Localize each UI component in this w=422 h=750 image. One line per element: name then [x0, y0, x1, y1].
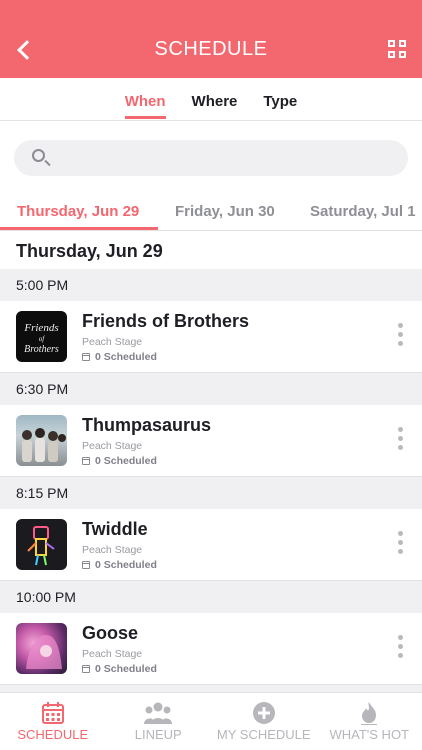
tab-whats-hot[interactable]: WHAT'S HOT — [317, 693, 422, 750]
more-options-icon[interactable] — [398, 323, 404, 351]
svg-text:Friends: Friends — [23, 322, 58, 334]
tab-where[interactable]: Where — [192, 78, 238, 120]
scheduled-count: 0 Scheduled — [82, 351, 157, 363]
tab-label: WHAT'S HOT — [329, 727, 409, 742]
calendar-icon — [82, 665, 90, 673]
search-icon — [32, 149, 45, 162]
stage-name: Peach Stage — [82, 544, 143, 556]
tab-type[interactable]: Type — [263, 78, 297, 120]
scheduled-count: 0 Scheduled — [82, 559, 157, 571]
tab-label: MY SCHEDULE — [216, 727, 311, 742]
scheduled-count: 0 Scheduled — [82, 455, 157, 467]
tab-lineup[interactable]: LINEUP — [106, 693, 212, 750]
calendar-icon — [82, 561, 90, 569]
time-label: 6:30 PM — [16, 381, 69, 397]
search-input[interactable] — [56, 140, 396, 176]
artist-name: Friends of Brothers — [82, 311, 250, 331]
day-tab-thursday[interactable]: Thursday, Jun 29 — [17, 203, 139, 220]
tab-schedule[interactable]: SCHEDULE — [0, 693, 106, 750]
grid-icon-cell — [388, 51, 395, 58]
time-header: 5:00 PM — [0, 269, 422, 301]
calendar-icon — [82, 457, 90, 465]
active-day-indicator — [0, 227, 158, 230]
filter-tabs: When Where Type — [0, 78, 422, 121]
people-icon — [144, 702, 173, 724]
page-title: SCHEDULE — [154, 38, 268, 60]
time-label: 10:00 PM — [16, 589, 76, 605]
scheduled-label: 0 Scheduled — [95, 663, 157, 675]
section-date-title: Thursday, Jun 29 — [16, 241, 163, 261]
stage-name: Peach Stage — [82, 648, 143, 660]
artist-name: Twiddle — [82, 519, 148, 539]
day-tabs: Thursday, Jun 29 Friday, Jun 30 Saturday… — [0, 194, 422, 231]
artist-name: Goose — [82, 623, 139, 643]
app-header: SCHEDULE — [0, 0, 422, 78]
tab-my-schedule[interactable]: MY SCHEDULE — [211, 693, 317, 750]
artist-thumbnail: Friends of Brothers — [16, 311, 67, 362]
day-tab-saturday[interactable]: Saturday, Jul 1 — [310, 203, 416, 220]
list-item[interactable]: Friends of Brothers Friends of Brothers … — [0, 301, 422, 373]
artist-thumbnail — [16, 415, 67, 466]
tab-label: SCHEDULE — [17, 727, 89, 742]
list-item[interactable]: Goose Peach Stage 0 Scheduled — [0, 613, 422, 685]
time-header: 8:15 PM — [0, 477, 422, 509]
more-options-icon[interactable] — [398, 531, 404, 559]
scheduled-count: 0 Scheduled — [82, 663, 157, 675]
artist-name: Thumpasaurus — [82, 415, 212, 435]
grid-view-button[interactable] — [388, 40, 406, 58]
more-options-icon[interactable] — [398, 635, 404, 663]
scheduled-label: 0 Scheduled — [95, 455, 157, 467]
time-header: 10:00 PM — [0, 581, 422, 613]
list-item[interactable]: Twiddle Peach Stage 0 Scheduled — [0, 509, 422, 581]
bottom-tab-bar: SCHEDULE LINEUP MY SCHEDULE WHAT'S HOT — [0, 692, 422, 750]
calendar-icon — [41, 702, 64, 724]
tab-when[interactable]: When — [124, 78, 166, 120]
more-options-icon[interactable] — [398, 427, 404, 455]
svg-text:Brothers: Brothers — [24, 344, 59, 355]
grid-icon-cell — [399, 51, 406, 58]
search-bar[interactable] — [14, 140, 408, 176]
time-label: 8:15 PM — [16, 485, 69, 501]
flame-icon — [361, 702, 378, 725]
tab-label: LINEUP — [134, 727, 182, 742]
time-header — [0, 685, 422, 692]
calendar-icon — [82, 353, 90, 361]
scheduled-label: 0 Scheduled — [95, 559, 157, 571]
stage-name: Peach Stage — [82, 336, 143, 348]
day-tab-friday[interactable]: Friday, Jun 30 — [175, 203, 275, 220]
grid-icon-cell — [399, 40, 406, 47]
list-item[interactable]: Thumpasaurus Peach Stage 0 Scheduled — [0, 405, 422, 477]
grid-icon — [388, 40, 395, 47]
plus-circle-icon — [252, 702, 275, 724]
artist-thumbnail — [16, 519, 67, 570]
artist-thumbnail — [16, 623, 67, 674]
time-header: 6:30 PM — [0, 373, 422, 405]
stage-name: Peach Stage — [82, 440, 143, 452]
scheduled-label: 0 Scheduled — [95, 351, 157, 363]
svg-text:of: of — [39, 335, 46, 343]
time-label: 5:00 PM — [16, 277, 69, 293]
